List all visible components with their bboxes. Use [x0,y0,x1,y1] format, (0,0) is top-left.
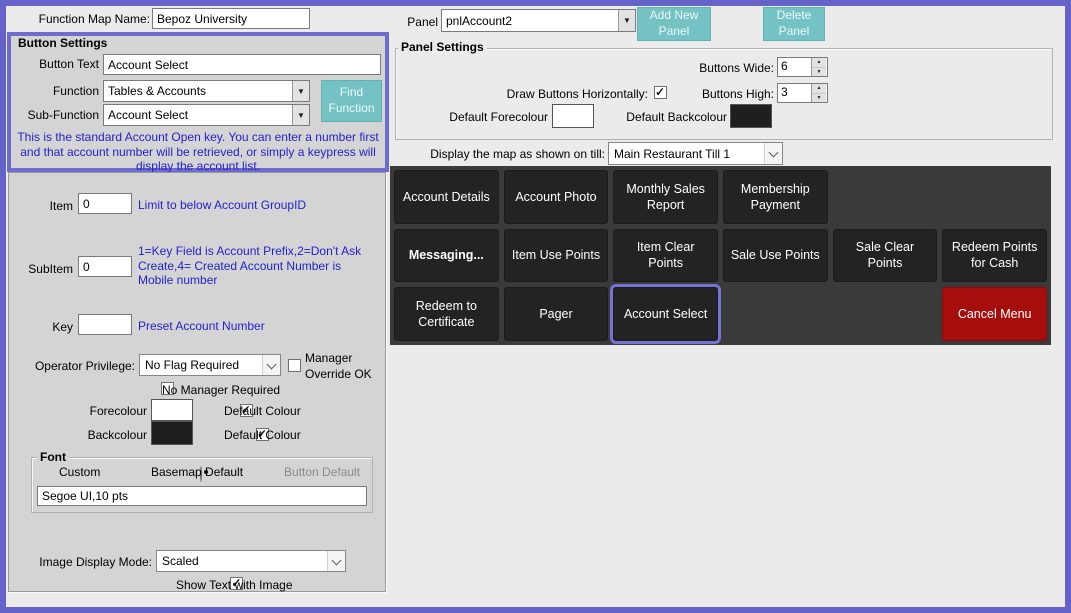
button-text-label: Button Text [11,57,99,71]
buttons-wide-value: 6 [778,58,811,76]
button-text-input[interactable] [103,54,381,75]
item-input[interactable] [78,193,132,214]
forecolour-swatch[interactable] [151,399,193,421]
display-till-value: Main Restaurant Till 1 [609,147,764,161]
grid-button-account-details[interactable]: Account Details [394,170,499,224]
image-display-mode-combobox[interactable]: Scaled [156,550,346,572]
spin-down-icon[interactable]: ▼ [812,68,826,77]
grid-button-sale-clear-points[interactable]: Sale Clear Points [833,229,938,283]
grid-button-item-use-points[interactable]: Item Use Points [504,229,609,283]
button-grid: Account DetailsAccount PhotoMonthly Sale… [390,166,1051,345]
forecolour-label: Forecolour [9,404,147,418]
key-label: Key [9,320,73,334]
grid-button-item-clear-points[interactable]: Item Clear Points [613,229,718,283]
item-hint: Limit to below Account GroupID [138,198,378,213]
subitem-hint: 1=Key Field is Account Prefix,2=Don't As… [138,244,376,288]
default-backcolour-swatch[interactable] [730,104,772,128]
function-map-name-input[interactable] [152,8,310,29]
buttons-wide-stepper[interactable]: 6 ▲▼ [777,57,828,77]
font-button-default-label: Button Default [284,465,360,479]
image-display-mode-label: Image Display Mode: [9,555,152,569]
spin-up-icon[interactable]: ▲ [812,84,826,94]
show-text-with-image-label: Show Text with Image [176,578,293,592]
default-backcolour-label: Default Backcolour [604,110,727,124]
grid-button-messaging[interactable]: Messaging... [394,229,499,283]
buttons-high-value: 3 [778,84,811,102]
sub-function-label: Sub-Function [11,108,99,122]
function-combobox-value: Tables & Accounts [104,84,292,98]
display-till-combobox[interactable]: Main Restaurant Till 1 [608,142,783,165]
function-map-name-label: Function Map Name: [10,12,150,26]
spin-up-icon[interactable]: ▲ [812,58,826,68]
buttons-wide-label: Buttons Wide: [646,61,774,75]
button-settings-group: Button Settings Button Text Function Tab… [7,32,389,172]
grid-button-pager[interactable]: Pager [504,287,609,341]
manager-override-checkbox[interactable] [288,359,301,372]
find-function-button[interactable]: Find Function [321,80,382,122]
function-description: This is the standard Account Open key. Y… [15,130,381,174]
grid-empty-cell [833,287,938,341]
panel-combobox-value: pnlAccount2 [442,14,618,28]
grid-button-account-select[interactable]: Account Select [613,287,718,341]
panel-label: Panel [378,15,438,29]
subitem-label: SubItem [9,262,73,276]
add-new-panel-button[interactable]: Add New Panel [637,7,711,41]
button-details-panel: Item Limit to below Account GroupID SubI… [8,172,386,592]
grid-empty-cell [723,287,828,341]
default-forecolour-swatch[interactable] [552,104,594,128]
buttons-high-label: Buttons High: [646,87,774,101]
operator-privilege-label: Operator Privilege: [9,359,135,373]
grid-button-cancel-menu[interactable]: Cancel Menu [942,287,1047,341]
sub-function-combobox[interactable]: Account Select ▼ [103,104,310,126]
font-group-title: Font [37,450,69,464]
chevron-down-icon[interactable] [327,551,345,571]
font-custom-label: Custom [59,465,100,479]
backcolour-swatch[interactable] [151,421,193,445]
chevron-down-icon[interactable] [764,143,782,164]
dropdown-arrow-icon[interactable]: ▼ [292,105,309,125]
grid-empty-cell [942,170,1047,224]
button-settings-title: Button Settings [15,36,110,50]
default-forecolour-label: Default Forecolour [426,110,548,124]
buttons-high-stepper[interactable]: 3 ▲▼ [777,83,828,103]
item-label: Item [9,199,73,213]
grid-button-account-photo[interactable]: Account Photo [504,170,609,224]
key-input[interactable] [78,314,132,335]
key-hint: Preset Account Number [138,319,378,334]
backcolour-default-label: Default Colour [224,428,301,442]
draw-horizontally-label: Draw Buttons Horizontally: [466,87,648,101]
dropdown-arrow-icon[interactable]: ▼ [618,10,635,31]
subitem-input[interactable] [78,256,132,277]
function-label: Function [11,84,99,98]
backcolour-label: Backcolour [9,428,147,442]
spin-down-icon[interactable]: ▼ [812,94,826,103]
grid-button-monthly-sales-report[interactable]: Monthly Sales Report [613,170,718,224]
function-combobox[interactable]: Tables & Accounts ▼ [103,80,310,102]
dropdown-arrow-icon[interactable]: ▼ [292,81,309,101]
font-value-input[interactable] [37,486,367,506]
grid-button-sale-use-points[interactable]: Sale Use Points [723,229,828,283]
chevron-down-icon[interactable] [262,355,280,375]
panel-settings-title: Panel Settings [398,40,487,54]
delete-panel-button[interactable]: Delete Panel [763,7,825,41]
no-manager-required-label: No Manager Required [162,383,280,397]
font-basemap-default-label: Basemap Default [151,465,243,479]
sub-function-combobox-value: Account Select [104,108,292,122]
image-display-mode-value: Scaled [157,554,327,568]
operator-privilege-combobox[interactable]: No Flag Required [139,354,281,376]
function-map-editor-window: Function Map Name: Panel pnlAccount2 ▼ A… [0,0,1071,613]
grid-button-membership-payment[interactable]: Membership Payment [723,170,828,224]
operator-privilege-value: No Flag Required [140,358,262,372]
manager-override-label: Manager Override OK [305,351,385,382]
grid-button-redeem-to-certificate[interactable]: Redeem to Certificate [394,287,499,341]
grid-empty-cell [833,170,938,224]
forecolour-default-label: Default Colour [224,404,301,418]
panel-combobox[interactable]: pnlAccount2 ▼ [441,9,636,32]
display-map-label: Display the map as shown on till: [426,147,605,161]
grid-button-redeem-points-for-cash[interactable]: Redeem Points for Cash [942,229,1047,283]
